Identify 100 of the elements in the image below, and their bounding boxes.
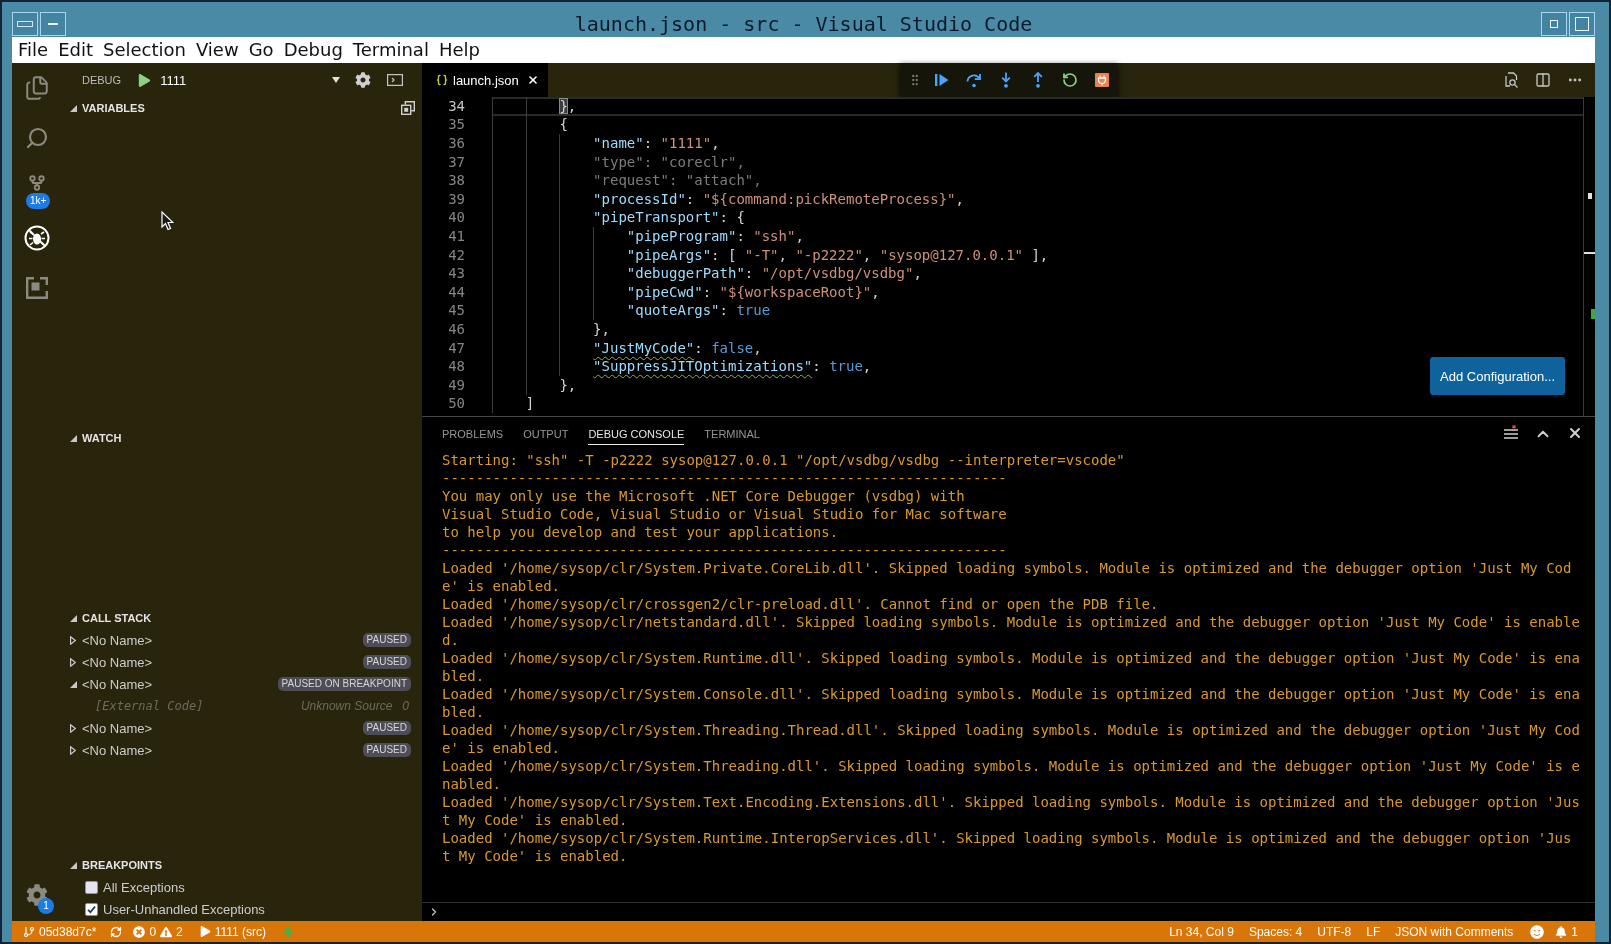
menu-item[interactable]: Debug bbox=[278, 38, 348, 62]
bug-icon[interactable] bbox=[24, 225, 50, 251]
triangle-right-icon[interactable] bbox=[70, 745, 76, 755]
editor-tab[interactable]: launch.json bbox=[422, 63, 548, 97]
triangle-down-icon[interactable] bbox=[69, 104, 77, 112]
caret-down-icon bbox=[332, 77, 341, 83]
triangle-down-icon[interactable] bbox=[69, 680, 77, 688]
console-line: Loaded '/home/sysop/clr/System.Console.dll'. Skipped loading symbols. Module is optimized and the debugger option 'Just My Code' is enabled. bbox=[442, 685, 1581, 721]
thread-name[interactable]: <No Name> bbox=[82, 632, 153, 648]
rotate-arrow-icon[interactable] bbox=[1062, 72, 1078, 88]
framed-square-icon[interactable] bbox=[26, 277, 48, 299]
code-line: }, bbox=[559, 97, 577, 115]
status-badge: PAUSED bbox=[362, 743, 411, 757]
panel-tab[interactable]: OUTPUT bbox=[523, 423, 569, 445]
checkbox[interactable] bbox=[85, 902, 98, 916]
documents-icon[interactable] bbox=[24, 75, 50, 101]
breakpoint-label[interactable]: All Exceptions bbox=[103, 879, 185, 895]
dash-icon bbox=[48, 23, 58, 25]
braces-icon bbox=[436, 74, 448, 86]
triangle-down-icon[interactable] bbox=[69, 434, 77, 442]
window-title: launch.json - src - Visual Studio Code bbox=[574, 12, 1033, 36]
terminal-icon[interactable] bbox=[387, 74, 404, 86]
code-line: ] bbox=[525, 395, 535, 413]
panel-tab[interactable]: DEBUG CONSOLE bbox=[588, 423, 685, 445]
add-configuration-button[interactable]: Add Configuration... bbox=[1430, 357, 1565, 395]
console-line: Loaded '/home/sysop/clr/System.Threading.Thread.dll'. Skipped loading symbols. Module is optimized and the debugger option 'Just My Code' is enabled. bbox=[442, 721, 1581, 757]
triangle-right-icon[interactable] bbox=[70, 657, 76, 667]
code-line: "SuppressJITOptimizations": true, bbox=[593, 358, 872, 376]
code-line: "quoteArgs": true bbox=[626, 302, 771, 320]
frame-source: Unknown Source bbox=[300, 699, 393, 713]
small-square-icon bbox=[1550, 20, 1558, 28]
smiley-icon[interactable] bbox=[1530, 924, 1545, 939]
line-number: 46 bbox=[448, 320, 465, 338]
code-line: "JustMyCode": false, bbox=[593, 339, 762, 357]
code-line: "pipeTransport": { bbox=[593, 209, 745, 227]
curved-arrow-icon[interactable] bbox=[966, 72, 982, 88]
branch-icon[interactable] bbox=[28, 173, 46, 192]
plug-icon[interactable] bbox=[1095, 73, 1109, 87]
arrow-up-dot-icon[interactable] bbox=[1032, 72, 1044, 88]
document-search-icon[interactable] bbox=[1503, 72, 1519, 88]
menu-item[interactable]: View bbox=[190, 38, 244, 62]
line-number: 38 bbox=[448, 172, 465, 190]
maximize-button[interactable] bbox=[1569, 12, 1595, 36]
arrow-down-dot-icon[interactable] bbox=[1000, 72, 1012, 88]
console-line: Loaded '/home/sysop/clr/netstandard.dll'. Skipped loading symbols. Module is optimized and the debugger option 'Just My Code' is enabled. bbox=[442, 613, 1581, 649]
panel-tab[interactable]: PROBLEMS bbox=[442, 423, 504, 445]
code-line: "pipeProgram": "ssh", bbox=[626, 227, 804, 245]
code-line: "pipeCwd": "${workspaceRoot}", bbox=[626, 283, 880, 301]
menu-item[interactable]: File bbox=[13, 38, 54, 62]
code-line: "pipeArgs": [ "-T", "-p2222", "sysop@127.0.0.1" ], bbox=[626, 246, 1049, 264]
section-title[interactable]: BREAKPOINTS bbox=[82, 859, 163, 871]
console-line: Loaded '/home/sysop/clr/System.Text.Encoding.Extensions.dll'. Skipped loading symbols. Module is optimized and the debugger option 'Just My Code' is enabled. bbox=[442, 793, 1581, 829]
thread-name[interactable]: <No Name> bbox=[82, 742, 153, 758]
restore-button[interactable] bbox=[1541, 12, 1567, 36]
line-number: 41 bbox=[448, 227, 465, 245]
menu-item[interactable]: Edit bbox=[53, 38, 98, 62]
error-icon bbox=[133, 925, 146, 938]
window-menu-button[interactable] bbox=[12, 12, 38, 36]
stacked-squares-icon[interactable] bbox=[401, 101, 415, 115]
triangle-down-icon[interactable] bbox=[69, 614, 77, 622]
count-badge: 1 bbox=[38, 898, 54, 914]
split-columns-icon[interactable] bbox=[1535, 72, 1551, 88]
line-number: 43 bbox=[448, 265, 465, 283]
search-icon[interactable] bbox=[25, 126, 49, 150]
line-number: 39 bbox=[448, 190, 465, 208]
console-line: Loaded '/home/sysop/clr/System.Threading.dll'. Skipped loading symbols. Module is optimized and the debugger option 'Just My Code' is enabled. bbox=[442, 757, 1581, 793]
sync-icon[interactable] bbox=[110, 925, 123, 938]
menu-item[interactable]: Help bbox=[433, 38, 485, 62]
triangle-right-icon[interactable] bbox=[70, 635, 76, 645]
panel-tab[interactable]: TERMINAL bbox=[704, 423, 760, 445]
clear-list-icon[interactable] bbox=[1503, 425, 1519, 440]
close-icon[interactable] bbox=[1567, 425, 1583, 441]
close-icon[interactable] bbox=[526, 74, 539, 86]
bar-icon bbox=[17, 21, 33, 27]
thread-name[interactable]: <No Name> bbox=[82, 654, 153, 670]
menu-item[interactable]: Selection bbox=[98, 38, 191, 62]
thread-name[interactable]: <No Name> bbox=[82, 676, 153, 692]
line-number: 36 bbox=[448, 135, 465, 152]
thread-name[interactable]: <No Name> bbox=[82, 720, 153, 736]
minimize-button[interactable] bbox=[40, 12, 66, 36]
console-line: You may only use the Microsoft .NET Core Debugger (vsdbg) with bbox=[442, 487, 965, 505]
line-number: 47 bbox=[448, 339, 465, 357]
section-title[interactable]: WATCH bbox=[82, 432, 122, 444]
triangle-down-icon[interactable] bbox=[69, 861, 77, 869]
checkbox[interactable] bbox=[85, 880, 98, 894]
launch-config-select[interactable]: 1111 bbox=[157, 69, 344, 91]
settings-icon[interactable] bbox=[355, 72, 372, 88]
play-icon[interactable] bbox=[138, 73, 152, 87]
section-title[interactable]: VARIABLES bbox=[82, 102, 145, 114]
line-number: 44 bbox=[448, 283, 465, 301]
line-number: 45 bbox=[448, 302, 465, 320]
bar-play-icon[interactable] bbox=[935, 73, 949, 87]
menu-item[interactable]: Go bbox=[243, 38, 279, 62]
breakpoint-label[interactable]: User-Unhandled Exceptions bbox=[103, 901, 265, 917]
console-line: to help you develop and test your applications. bbox=[442, 523, 839, 541]
status-badge: PAUSED ON BREAKPOINT bbox=[277, 677, 411, 691]
code-line: "request": "attach", bbox=[593, 172, 762, 190]
triangle-right-icon[interactable] bbox=[70, 723, 76, 733]
menu-item[interactable]: Terminal bbox=[347, 38, 434, 62]
section-title[interactable]: CALL STACK bbox=[82, 612, 152, 624]
